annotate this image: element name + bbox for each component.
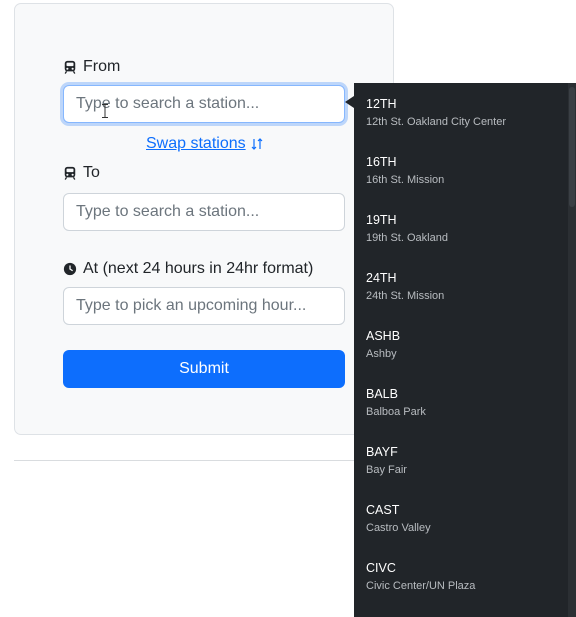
- swap-stations-text: Swap stations: [146, 135, 246, 152]
- clock-icon: [63, 262, 77, 276]
- station-name: Ashby: [366, 348, 397, 360]
- swap-stations-link[interactable]: Swap stations: [146, 135, 264, 153]
- station-option[interactable]: BALB Balboa Park: [366, 386, 566, 419]
- station-code: 12TH: [366, 97, 397, 111]
- station-code: BAYF: [366, 445, 398, 459]
- station-dropdown: 12TH 12th St. Oakland City Center 16TH 1…: [354, 83, 576, 617]
- from-label-text: From: [83, 58, 121, 75]
- station-name: Bay Fair: [366, 464, 407, 476]
- station-name: 24th St. Mission: [366, 290, 445, 302]
- station-name: 16th St. Mission: [366, 174, 445, 186]
- hour-placeholder: Type to pick an upcoming hour...: [76, 297, 307, 314]
- train-icon: [64, 166, 76, 180]
- station-option[interactable]: 24TH 24th St. Mission: [366, 270, 566, 303]
- dropdown-caret: [345, 96, 354, 108]
- dropdown-scrollbar[interactable]: [568, 83, 576, 617]
- to-label: To: [63, 163, 100, 183]
- submit-button[interactable]: Submit: [63, 350, 345, 388]
- to-label-text: To: [83, 164, 100, 181]
- station-name: Balboa Park: [366, 406, 426, 418]
- station-option[interactable]: 16TH 16th St. Mission: [366, 154, 566, 187]
- swap-arrows-icon: [251, 138, 263, 150]
- station-code: 24TH: [366, 271, 397, 285]
- station-code: 19TH: [366, 213, 397, 227]
- station-code: 16TH: [366, 155, 397, 169]
- time-label-text: At (next 24 hours in 24hr format): [83, 260, 314, 277]
- station-name: Civic Center/UN Plaza: [366, 580, 476, 592]
- station-option[interactable]: CIVC Civic Center/UN Plaza: [366, 560, 566, 593]
- train-icon: [64, 60, 76, 74]
- station-code: CAST: [366, 503, 400, 517]
- station-option[interactable]: 12TH 12th St. Oakland City Center: [366, 96, 566, 129]
- text-cursor-icon: [102, 104, 108, 118]
- divider: [14, 460, 395, 461]
- from-label: From: [63, 57, 120, 77]
- hour-input[interactable]: Type to pick an upcoming hour...: [63, 287, 345, 325]
- station-option[interactable]: CAST Castro Valley: [366, 502, 566, 535]
- station-option[interactable]: BAYF Bay Fair: [366, 444, 566, 477]
- submit-label: Submit: [179, 360, 229, 377]
- station-name: Castro Valley: [366, 522, 431, 534]
- station-name: 19th St. Oakland: [366, 232, 448, 244]
- station-code: ASHB: [366, 329, 401, 343]
- station-code: BALB: [366, 387, 398, 401]
- station-option[interactable]: ASHB Ashby: [366, 328, 566, 361]
- to-station-input[interactable]: Type to search a station...: [63, 193, 345, 231]
- station-name: 12th St. Oakland City Center: [366, 116, 507, 128]
- dropdown-scroll-thumb[interactable]: [569, 87, 575, 207]
- station-code: CIVC: [366, 561, 396, 575]
- time-label: At (next 24 hours in 24hr format): [63, 259, 313, 279]
- to-station-placeholder: Type to search a station...: [76, 203, 260, 220]
- station-option[interactable]: 19TH 19th St. Oakland: [366, 212, 566, 245]
